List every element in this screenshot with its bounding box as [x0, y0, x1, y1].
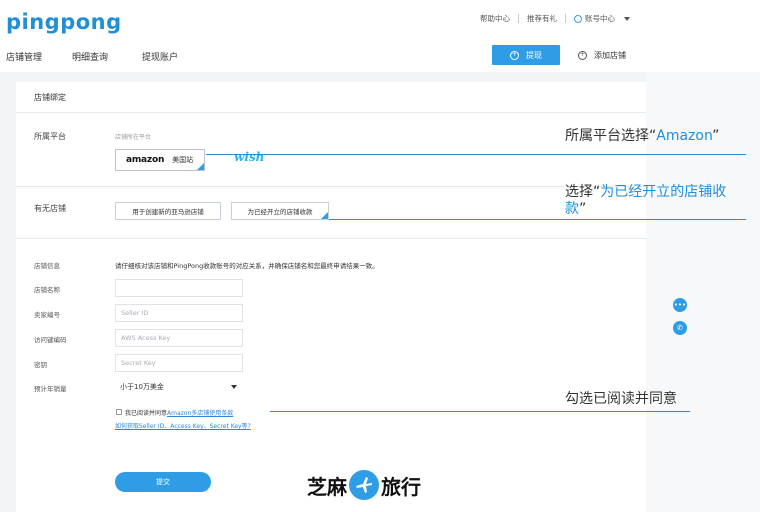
add-store-label: 添加店铺 [594, 50, 626, 60]
section-title: 店铺绑定 [34, 93, 66, 102]
chevron-down-icon [231, 385, 237, 389]
annual-sales-label: 预计年销量 [34, 385, 67, 393]
agree-text: 我已阅读并同意Amazon多店铺使用条款 [125, 408, 233, 417]
seller-id-input[interactable]: Seller ID [115, 304, 243, 322]
annotation-text: ” [579, 201, 587, 217]
account-label: 账号中心 [585, 14, 615, 23]
selected-corner-icon [197, 163, 204, 170]
annotation-existing-store-line2: 款” [565, 198, 586, 218]
store-info-label: 店铺信息 [34, 262, 60, 270]
chat-icon[interactable]: ••• [673, 298, 687, 312]
withdraw-icon: + [510, 50, 519, 60]
airplane-icon [349, 470, 379, 500]
platform-hint: 店铺所在平台 [115, 134, 152, 141]
annotation-highlight: Amazon [656, 128, 713, 144]
option-existing-store[interactable]: 为已经开立的店铺收款 [231, 202, 329, 220]
form-panel [16, 82, 646, 496]
has-store-label: 有无店铺 [34, 204, 66, 213]
amazon-site-label: 美国站 [172, 156, 194, 164]
nav-withdraw-account[interactable]: 提现账户 [142, 50, 178, 63]
option-new-store[interactable]: 用于创建新的亚马逊店铺 [115, 202, 221, 220]
annotation-highlight: 款 [565, 201, 579, 217]
help-center-link[interactable]: 帮助中心 [480, 13, 510, 24]
annotation-agree: 勾选已阅读并同意 [565, 391, 677, 407]
annotation-platform: 所属平台选择“Amazon” [565, 125, 719, 145]
annual-sales-select[interactable]: 小于10万美金 [115, 378, 243, 396]
annotation-line [270, 411, 690, 412]
divider [565, 14, 566, 23]
store-info-note: 请仔细核对该店铺和PingPong收款账号的对应关系，并确保店铺名和您最终申请结… [115, 262, 379, 270]
amazon-logo: amazon [126, 155, 165, 165]
annotation-line [206, 154, 746, 155]
access-key-input[interactable]: AWS Acess Key [115, 329, 243, 347]
annual-sales-value: 小于10万美金 [120, 383, 164, 391]
divider [518, 14, 519, 23]
pingpong-logo[interactable]: pingpong [6, 10, 122, 34]
divider [16, 238, 646, 239]
seller-id-label: 卖家编号 [34, 311, 60, 319]
store-name-label: 店铺名称 [34, 286, 60, 294]
chevron-down-icon [624, 16, 630, 21]
howto-link[interactable]: 如何获取Seller ID、Access Key、Secret Key等? [115, 421, 251, 430]
secret-key-label: 密钥 [34, 361, 47, 369]
recommend-link[interactable]: 推荐有礼 [527, 13, 557, 24]
platform-option-wish[interactable]: wish [234, 150, 264, 164]
platform-option-amazon[interactable]: amazon 美国站 [115, 149, 205, 171]
divider [16, 112, 646, 113]
option-existing-label: 为已经开立的店铺收款 [247, 208, 313, 216]
annotation-existing-store: 选择“为已经开立的店铺收 [565, 181, 726, 201]
agree-prefix: 我已阅读并同意 [125, 410, 168, 417]
withdraw-button[interactable]: + 提现 [492, 45, 560, 65]
withdraw-label: 提现 [526, 50, 542, 60]
terms-link[interactable]: Amazon多店铺使用条款 [167, 410, 233, 417]
phone-icon[interactable]: ✆ [673, 321, 687, 335]
watermark-right: 旅行 [381, 474, 421, 499]
selected-corner-icon [321, 212, 328, 219]
user-icon [574, 14, 582, 23]
annotation-line [329, 219, 746, 220]
submit-button[interactable]: 提交 [115, 472, 211, 492]
divider [16, 186, 646, 187]
watermark-left: 芝麻 [307, 474, 347, 499]
annotation-highlight: 为已经开立的店铺收 [600, 184, 727, 200]
content-left-gap [0, 72, 16, 512]
top-nav: 帮助中心 推荐有礼 账号中心 [480, 13, 630, 24]
add-store-button[interactable]: + 添加店铺 [574, 45, 646, 65]
platform-label: 所属平台 [34, 132, 66, 141]
nav-detail-query[interactable]: 明细查询 [72, 50, 108, 63]
account-menu[interactable]: 账号中心 [574, 13, 630, 24]
annotation-text: ” [712, 128, 720, 144]
nav-store-management[interactable]: 店铺管理 [6, 50, 42, 63]
annotation-text: 所属平台选择“ [565, 128, 657, 144]
store-name-input[interactable] [115, 279, 243, 297]
plus-circle-icon: + [578, 50, 587, 60]
secret-key-input[interactable]: Secret Key [115, 354, 243, 372]
agree-checkbox[interactable] [116, 409, 122, 415]
watermark: 芝麻 旅行 [307, 470, 421, 500]
access-key-label: 访问键编码 [34, 336, 67, 344]
